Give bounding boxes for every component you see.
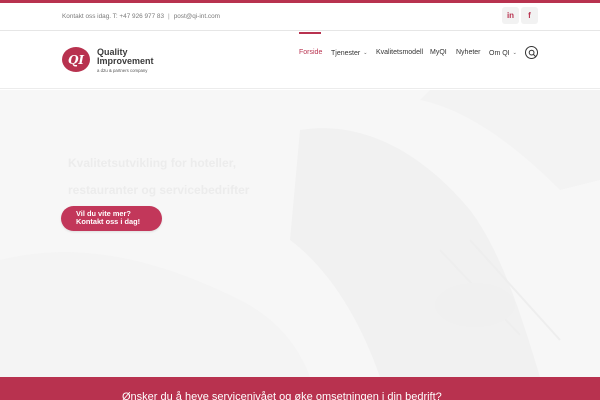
top-bar: Kontakt oss idag. T: +47 926 977 83 | post… [0, 3, 600, 31]
promo-banner: Ønsker du å heve servicenivået og øke om… [0, 377, 600, 400]
nav-active-indicator [299, 32, 321, 34]
nav-item-nyheter[interactable]: Nyheter [456, 48, 481, 58]
nav-item-tjenester[interactable]: Tjenester ⌄ [331, 48, 367, 58]
search-icon[interactable] [525, 46, 538, 59]
hero-title-line2: restauranter og servicebedrifter [68, 183, 250, 197]
nav-item-label: Tjenester [331, 50, 361, 57]
contact-phone-text: Kontakt oss idag. T: +47 926 977 83 [62, 13, 165, 20]
contact-email-link[interactable]: post@qi-int.com [174, 13, 220, 20]
linkedin-button[interactable]: in [502, 7, 519, 24]
site-logo[interactable]: QI Quality Improvement a d2u & partners … [62, 46, 172, 78]
nav-item-om-qi[interactable]: Om QI ⌄ [489, 48, 517, 58]
nav-item-label: Om QI [489, 50, 510, 57]
chevron-down-icon: ⌄ [512, 50, 517, 56]
contact-cta-button[interactable]: Vil du vite mer? Kontakt oss i dag! [61, 206, 162, 231]
chevron-down-icon: ⌄ [363, 50, 368, 56]
hero-section: Kvalitetsutvikling for hoteller, restaur… [0, 90, 600, 377]
logo-tagline: a d2u & partners company [97, 68, 148, 73]
nav-item-label: Kvalitetsmodell [376, 49, 424, 56]
nav-item-myqi[interactable]: MyQI [430, 48, 447, 58]
nav-item-kvalitetsmodell[interactable]: Kvalitetsmodell [376, 48, 423, 58]
linkedin-icon: in [506, 11, 515, 20]
facebook-button[interactable]: f [521, 7, 538, 24]
nav-item-label: Nyheter [456, 49, 481, 56]
banner-text: Ønsker du å heve servicenivået og øke om… [122, 391, 442, 400]
nav-item-forside[interactable]: Forside [299, 48, 322, 58]
nav-item-label: MyQI [430, 49, 447, 56]
site-header: QI Quality Improvement a d2u & partners … [0, 32, 600, 89]
nav-item-label: Forside [299, 49, 323, 56]
logo-mark: QI [62, 47, 90, 72]
hero-background-image [0, 90, 600, 377]
contact-info: Kontakt oss idag. T: +47 926 977 83 | post… [62, 13, 220, 20]
cta-line2: Kontakt oss i dag! [76, 217, 141, 226]
contact-separator: | [168, 13, 170, 20]
facebook-icon: f [528, 11, 531, 20]
hero-title-line1: Kvalitetsutvikling for hoteller, [68, 156, 237, 170]
logo-line2: Improvement [97, 56, 154, 66]
